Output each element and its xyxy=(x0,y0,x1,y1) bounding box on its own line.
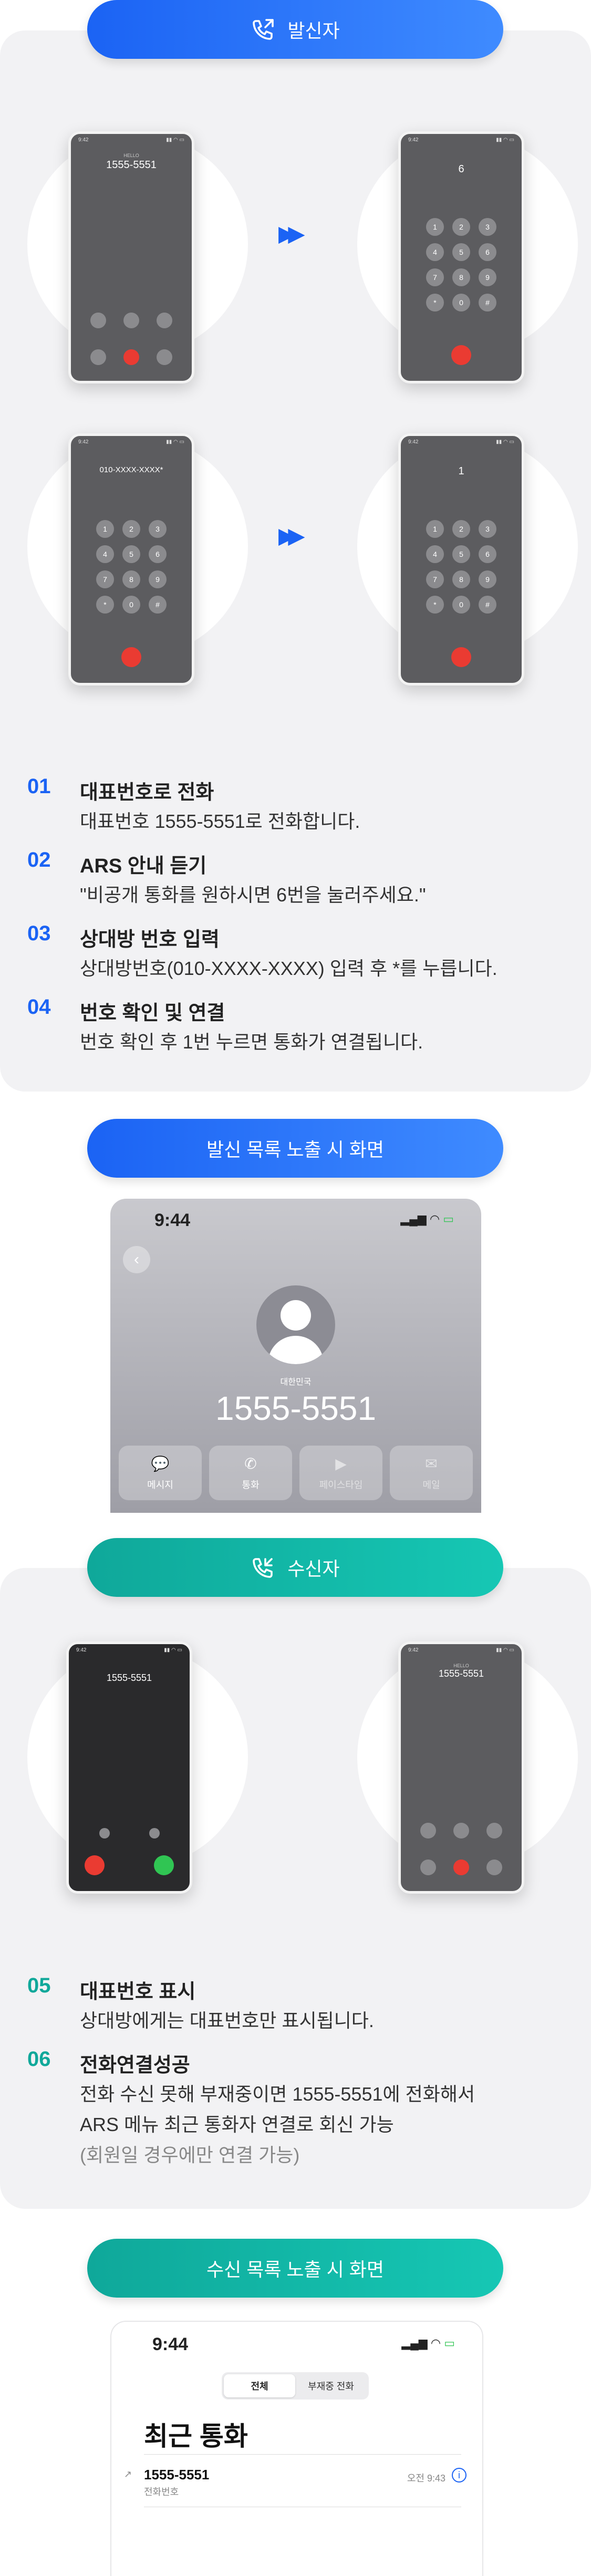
segmented-control: 전체 부재중 전화 xyxy=(222,2372,369,2400)
back-button[interactable]: ‹ xyxy=(123,1246,150,1273)
contact-number: 1555-5551 xyxy=(215,1389,377,1427)
keypad[interactable]: 123 456 789 * 0 # xyxy=(422,520,501,614)
phone-receiver-ringing: 9:42 ▮▮ ◠ ▭ 1555-5551 xyxy=(66,1642,192,1894)
chevron-left-icon: ‹ xyxy=(134,1251,139,1268)
page-title: 최근 통화 xyxy=(144,2422,248,2451)
phone-caller-incoming: 9:42 ▮▮ ◠ ▭ HELLO 1555-5551 xyxy=(68,131,194,383)
tab-missed[interactable]: 부재중 전화 xyxy=(295,2374,367,2397)
outgoing-call-icon xyxy=(253,19,274,40)
mail-icon: ✉ xyxy=(425,1455,438,1472)
next-arrow-icon: ▶▶ xyxy=(278,523,305,548)
keypad[interactable]: 123 456 789 * 0 # xyxy=(92,520,171,614)
receiver-list-pill: 수신 목록 노출 시 화면 xyxy=(87,2239,503,2298)
typed-digits: 6 xyxy=(458,163,464,175)
caller-title-pill: 발신자 xyxy=(87,0,503,59)
message-icon: 💬 xyxy=(151,1455,170,1472)
end-call-button[interactable] xyxy=(451,647,471,667)
call-sub-label: HELLO xyxy=(123,153,139,158)
incoming-call-icon xyxy=(253,1558,273,1578)
mail-button[interactable]: ✉ 메일 xyxy=(390,1446,473,1500)
end-call-button[interactable] xyxy=(451,345,471,365)
call-button[interactable]: ✆ 통화 xyxy=(209,1446,292,1500)
decline-button[interactable] xyxy=(85,1855,105,1875)
status-bar: 9:42 ▮▮ ◠ ▭ xyxy=(78,137,184,143)
next-arrow-icon: ▶▶ xyxy=(278,221,305,246)
divider xyxy=(144,2454,461,2455)
caller-list-pill: 발신 목록 노출 시 화면 xyxy=(87,1119,503,1178)
status-icons: ▂▄▆ ◠ ▭ xyxy=(400,1212,454,1225)
entry-label: 전화번호 xyxy=(144,2487,179,2497)
tab-all[interactable]: 전체 xyxy=(224,2374,295,2397)
entry-number: 1555-5551 xyxy=(144,2467,210,2482)
recent-calls-screen: 9:44 ▂▄▆ ◠ ▭ 전체 부재중 전화 최근 통화 ↗ 1555-5551… xyxy=(110,2321,483,2576)
contact-country: 대한민국 xyxy=(280,1378,312,1387)
receiver-list-title: 수신 목록 노출 시 화면 xyxy=(206,2259,385,2280)
keypad[interactable]: 123 456 789 * 0 # xyxy=(422,218,501,311)
phone-receiver-incall: 9:42 ▮▮ ◠ ▭ HELLO 1555-5551 xyxy=(398,1642,524,1894)
contact-actions: 💬 메시지 ✆ 통화 ▶ 페이스타임 ✉ 메일 xyxy=(119,1446,473,1500)
receiver-title-pill: 수신자 xyxy=(87,1538,503,1597)
receiver-title: 수신자 xyxy=(287,1558,340,1580)
caller-list-title: 발신 목록 노출 시 화면 xyxy=(206,1139,385,1160)
typed-digits: 010-XXXX-XXXX* xyxy=(99,465,163,474)
call-number: 1555-5551 xyxy=(106,159,157,171)
outgoing-call-small-icon: ↗ xyxy=(124,2469,132,2479)
phone-keypad-number: 9:42 ▮▮ ◠ ▭ 010-XXXX-XXXX* 123 456 789 * 0… xyxy=(68,433,194,685)
entry-time: 오전 9:43 xyxy=(407,2473,445,2484)
phone-keypad-6: 9:42 ▮▮ ◠ ▭ 6 123 456 789 * 0 # xyxy=(398,131,524,383)
video-icon: ▶ xyxy=(335,1455,347,1472)
facetime-button[interactable]: ▶ 페이스타임 xyxy=(299,1446,382,1500)
phone-icon: ✆ xyxy=(244,1455,257,1472)
call-controls xyxy=(81,313,181,328)
caller-title: 발신자 xyxy=(287,20,340,41)
end-call-button[interactable] xyxy=(121,647,141,667)
call-number: 1555-5551 xyxy=(438,1668,484,1679)
status-time: 9:44 xyxy=(152,2334,189,2354)
message-button[interactable]: 💬 메시지 xyxy=(119,1446,202,1500)
caller-contact-screen: 9:44 ▂▄▆ ◠ ▭ ‹ 대한민국 1555-5551 💬 메시지 ✆ 통화 ▶… xyxy=(110,1199,481,1513)
accept-button[interactable] xyxy=(154,1855,174,1875)
status-time: 9:44 xyxy=(154,1210,191,1230)
call-controls-bottom xyxy=(81,349,181,365)
avatar xyxy=(256,1285,335,1364)
phone-keypad-1: 9:42 ▮▮ ◠ ▭ 1 123 456 789 * 0 # xyxy=(398,433,524,685)
info-icon[interactable]: i xyxy=(452,2468,466,2482)
status-icons: ▂▄▆ ◠ ▭ xyxy=(401,2336,455,2350)
call-number: 1555-5551 xyxy=(106,1673,152,1683)
typed-digits: 1 xyxy=(458,465,464,477)
list-item-call[interactable]: ↗ 1555-5551 전화번호 오전 9:43 i xyxy=(122,2464,466,2506)
